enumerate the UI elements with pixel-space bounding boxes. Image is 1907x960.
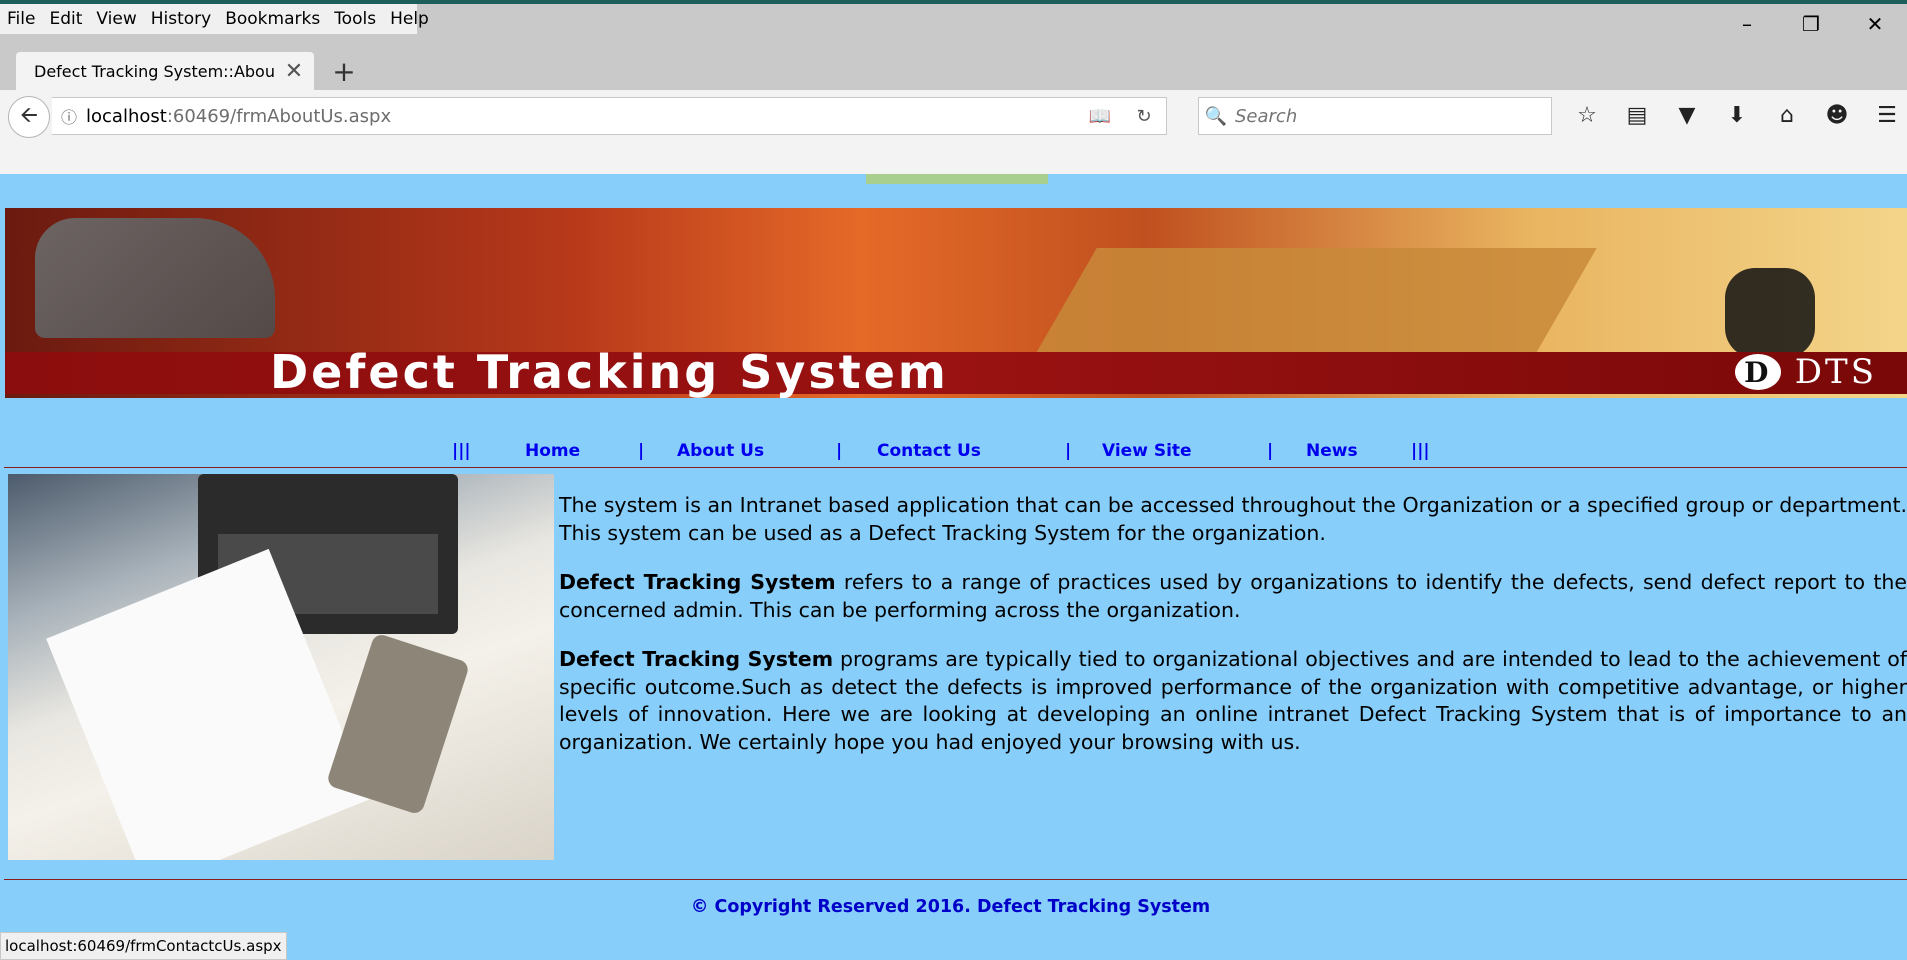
- banner-person-image: [35, 218, 275, 338]
- nav-home-link[interactable]: Home: [525, 441, 580, 461]
- banner-chair-image: [1725, 268, 1815, 358]
- url-bar[interactable]: ⓘ localhost:60469/frmAboutUs.aspx 📖 ↻: [52, 97, 1167, 135]
- reader-view-icon[interactable]: 📖: [1078, 106, 1122, 127]
- menu-history[interactable]: History: [144, 9, 218, 29]
- nav-about-us-link[interactable]: About Us: [677, 441, 764, 461]
- divider-top: [4, 467, 1907, 468]
- nav-separator: |: [1267, 441, 1274, 461]
- status-url: localhost:60469/frmContactcUs.aspx: [5, 937, 282, 955]
- bold-term: Defect Tracking System: [559, 570, 836, 594]
- nav-separator: |: [1065, 441, 1072, 461]
- banner-title: Defect Tracking System: [270, 345, 949, 398]
- dts-logo-icon: D: [1734, 354, 1781, 390]
- navigation-bar: 🡨 ⓘ localhost:60469/frmAboutUs.aspx 📖 ↻ …: [0, 90, 1907, 174]
- close-window-button[interactable]: ✕: [1843, 4, 1907, 44]
- back-button[interactable]: 🡨: [8, 96, 50, 138]
- divider-bottom: [4, 879, 1907, 880]
- tab-title: Defect Tracking System::Abou...: [34, 61, 274, 81]
- url-path: :60469/frmAboutUs.aspx: [166, 105, 392, 127]
- restore-button[interactable]: ❐: [1779, 4, 1843, 44]
- home-icon[interactable]: ⌂: [1762, 103, 1812, 128]
- header-banner: Defect Tracking System D DTS: [5, 208, 1907, 398]
- bookmark-star-icon[interactable]: ☆: [1562, 103, 1612, 128]
- web-page: Defect Tracking System D DTS ||| Home | …: [0, 174, 1907, 958]
- new-tab-button[interactable]: +: [326, 53, 362, 89]
- smiley-icon[interactable]: ☻: [1812, 103, 1862, 128]
- nav-separator: |: [836, 441, 843, 461]
- window-controls: – ❐ ✕: [1715, 4, 1907, 44]
- minimize-button[interactable]: –: [1715, 4, 1779, 44]
- search-box[interactable]: 🔍: [1198, 97, 1552, 135]
- copyright-text: © Copyright Reserved 2016. Defect Tracki…: [690, 897, 1211, 917]
- download-icon[interactable]: ⬇: [1712, 103, 1762, 128]
- green-tab-decoration: [866, 174, 1048, 184]
- photo-device: [325, 632, 471, 816]
- banner-logo: D DTS: [1734, 352, 1877, 392]
- url-host: localhost: [86, 105, 167, 127]
- bookmarks-list-icon[interactable]: ▤: [1612, 103, 1662, 128]
- about-paragraph-1: The system is an Intranet based applicat…: [559, 493, 1907, 545]
- nav-view-site-link[interactable]: View Site: [1102, 441, 1192, 461]
- pocket-icon[interactable]: ▼: [1662, 103, 1712, 128]
- menu-tools[interactable]: Tools: [327, 9, 383, 29]
- footer-copyright: © Copyright Reserved 2016. Defect Tracki…: [0, 897, 1907, 917]
- banner-desk-image: [1033, 248, 1597, 358]
- menu-file[interactable]: File: [0, 9, 42, 29]
- menu-bookmarks[interactable]: Bookmarks: [218, 9, 327, 29]
- back-arrow-icon: 🡨: [20, 103, 38, 128]
- status-bar: localhost:60469/frmContactcUs.aspx: [0, 932, 287, 960]
- nav-contact-us-link[interactable]: Contact Us: [877, 441, 981, 461]
- banner-logo-text: DTS: [1794, 352, 1877, 392]
- bold-term: Defect Tracking System: [559, 647, 834, 671]
- search-icon: 🔍: [1204, 105, 1228, 127]
- hamburger-menu-icon[interactable]: ☰: [1862, 103, 1907, 128]
- about-photo: [8, 474, 554, 860]
- nav-separator: |||: [452, 441, 471, 461]
- search-input[interactable]: [1233, 104, 1537, 128]
- browser-tab[interactable]: Defect Tracking System::Abou... ✕: [16, 52, 314, 90]
- nav-news-link[interactable]: News: [1306, 441, 1358, 461]
- info-icon[interactable]: ⓘ: [52, 104, 86, 128]
- tab-close-icon[interactable]: ✕: [274, 59, 314, 84]
- menu-view[interactable]: View: [89, 9, 143, 29]
- reload-icon[interactable]: ↻: [1122, 106, 1166, 127]
- about-paragraph-2: Defect Tracking System refers to a range…: [559, 569, 1907, 624]
- toolbar-icons: ☆ ▤ ▼ ⬇ ⌂ ☻ ☰: [1562, 97, 1907, 133]
- nav-separator: |: [638, 441, 645, 461]
- menu-edit[interactable]: Edit: [42, 9, 89, 29]
- menu-bar: File Edit View History Bookmarks Tools H…: [0, 4, 429, 34]
- about-content: The system is an Intranet based applicat…: [559, 492, 1907, 778]
- menu-help[interactable]: Help: [383, 9, 436, 29]
- nav-separator: |||: [1411, 441, 1430, 461]
- about-paragraph-3: Defect Tracking System programs are typi…: [559, 646, 1907, 756]
